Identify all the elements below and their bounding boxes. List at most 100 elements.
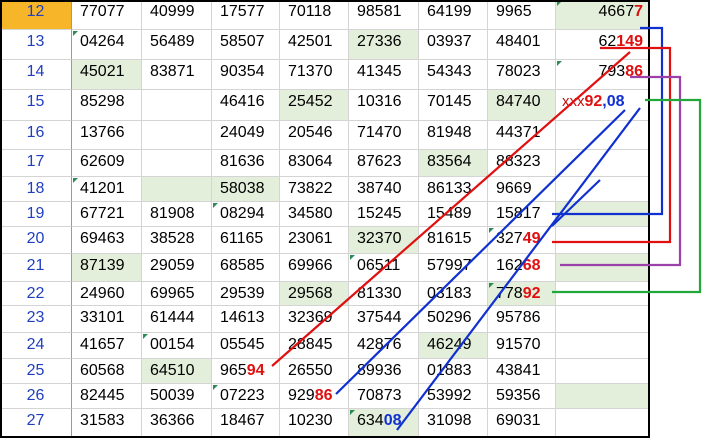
cell-r26-c8[interactable] xyxy=(556,384,650,409)
cell-r27-c5[interactable]: 63408 xyxy=(349,409,419,438)
cell-r18-c1[interactable]: 41201 xyxy=(72,177,142,202)
row-header-17[interactable]: 17 xyxy=(0,150,72,177)
cell-r16-c3[interactable]: 24049 xyxy=(212,121,280,150)
cell-r12-c5[interactable]: 98581 xyxy=(349,0,419,30)
cell-r26-c2[interactable]: 50039 xyxy=(142,384,212,409)
cell-r24-c1[interactable]: 41657 xyxy=(72,333,142,359)
cell-r16-c8[interactable] xyxy=(556,121,650,150)
row-header-22[interactable]: 22 xyxy=(0,282,72,306)
cell-r22-c5[interactable]: 81330 xyxy=(349,282,419,306)
cell-r21-c1[interactable]: 87139 xyxy=(72,254,142,282)
cell-r15-c8[interactable]: xxx92,08 xyxy=(556,90,650,121)
cell-r25-c2[interactable]: 64510 xyxy=(142,359,212,384)
row-header-26[interactable]: 26 xyxy=(0,384,72,409)
row-header-24[interactable]: 24 xyxy=(0,333,72,359)
cell-r14-c5[interactable]: 41345 xyxy=(349,60,419,90)
cell-r13-c6[interactable]: 03937 xyxy=(419,30,488,60)
cell-r20-c2[interactable]: 38528 xyxy=(142,227,212,254)
cell-r27-c6[interactable]: 31098 xyxy=(419,409,488,438)
cell-r12-c8[interactable]: 46677 xyxy=(556,0,650,30)
cell-r18-c5[interactable]: 38740 xyxy=(349,177,419,202)
cell-r26-c4[interactable]: 92986 xyxy=(280,384,349,409)
cell-r25-c1[interactable]: 60568 xyxy=(72,359,142,384)
cell-r12-c6[interactable]: 64199 xyxy=(419,0,488,30)
cell-r14-c2[interactable]: 83871 xyxy=(142,60,212,90)
cell-r27-c7[interactable]: 69031 xyxy=(488,409,556,438)
cell-r20-c5[interactable]: 32370 xyxy=(349,227,419,254)
cell-r26-c6[interactable]: 53992 xyxy=(419,384,488,409)
cell-r24-c5[interactable]: 42876 xyxy=(349,333,419,359)
spreadsheet[interactable]: 12 77077 40999 17577 70118 98581 64199 9965 4667… xyxy=(0,0,710,441)
cell-r24-c2[interactable]: 00154 xyxy=(142,333,212,359)
row-header-21[interactable]: 21 xyxy=(0,254,72,282)
cell-r19-c6[interactable]: 15489 xyxy=(419,202,488,227)
cell-r23-c4[interactable]: 32369 xyxy=(280,306,349,333)
cell-r20-c6[interactable]: 81615 xyxy=(419,227,488,254)
row-header-19[interactable]: 19 xyxy=(0,202,72,227)
cell-r26-c7[interactable]: 59356 xyxy=(488,384,556,409)
cell-r15-c2[interactable] xyxy=(142,90,212,121)
cell-r25-c4[interactable]: 26550 xyxy=(280,359,349,384)
cell-r13-c1[interactable]: 04264 xyxy=(72,30,142,60)
cell-r21-c7[interactable]: 16268 xyxy=(488,254,556,282)
cell-r17-c2[interactable] xyxy=(142,150,212,177)
row-header-14[interactable]: 14 xyxy=(0,60,72,90)
cell-r27-c1[interactable]: 31583 xyxy=(72,409,142,438)
cell-r18-c2[interactable] xyxy=(142,177,212,202)
cell-r19-c5[interactable]: 15245 xyxy=(349,202,419,227)
cell-r15-c4[interactable]: 25452 xyxy=(280,90,349,121)
cell-r18-c3[interactable]: 58038 xyxy=(212,177,280,202)
cell-r14-c8[interactable]: 79386 xyxy=(556,60,650,90)
cell-r16-c7[interactable]: 44371 xyxy=(488,121,556,150)
cell-r14-c4[interactable]: 71370 xyxy=(280,60,349,90)
cell-r27-c8[interactable] xyxy=(556,409,650,438)
cell-r13-c7[interactable]: 48401 xyxy=(488,30,556,60)
cell-r14-c1[interactable]: 45021 xyxy=(72,60,142,90)
row-header-15[interactable]: 15 xyxy=(0,90,72,121)
cell-r17-c6[interactable]: 83564 xyxy=(419,150,488,177)
cell-r23-c5[interactable]: 37544 xyxy=(349,306,419,333)
cell-r19-c1[interactable]: 67721 xyxy=(72,202,142,227)
row-header-18[interactable]: 18 xyxy=(0,177,72,202)
cell-r14-c6[interactable]: 54343 xyxy=(419,60,488,90)
cell-r21-c2[interactable]: 29059 xyxy=(142,254,212,282)
cell-r25-c5[interactable]: 89936 xyxy=(349,359,419,384)
cell-r27-c4[interactable]: 10230 xyxy=(280,409,349,438)
cell-r20-c7[interactable]: 32749 xyxy=(488,227,556,254)
cell-r19-c3[interactable]: 08294 xyxy=(212,202,280,227)
cell-r12-c3[interactable]: 17577 xyxy=(212,0,280,30)
cell-r14-c7[interactable]: 78023 xyxy=(488,60,556,90)
cell-r18-c8[interactable] xyxy=(556,177,650,202)
cell-r16-c5[interactable]: 71470 xyxy=(349,121,419,150)
cell-r16-c4[interactable]: 20546 xyxy=(280,121,349,150)
row-header-12[interactable]: 12 xyxy=(0,0,72,30)
cell-r12-c4[interactable]: 70118 xyxy=(280,0,349,30)
cell-r17-c8[interactable] xyxy=(556,150,650,177)
cell-r23-c1[interactable]: 33101 xyxy=(72,306,142,333)
cell-r18-c4[interactable]: 73822 xyxy=(280,177,349,202)
cell-r24-c7[interactable]: 91570 xyxy=(488,333,556,359)
cell-r23-c8[interactable] xyxy=(556,306,650,333)
cell-r18-c6[interactable]: 86133 xyxy=(419,177,488,202)
cell-r25-c3[interactable]: 96594 xyxy=(212,359,280,384)
cell-r23-c2[interactable]: 61444 xyxy=(142,306,212,333)
cell-r12-c7[interactable]: 9965 xyxy=(488,0,556,30)
cell-r19-c4[interactable]: 34580 xyxy=(280,202,349,227)
cell-r22-c7[interactable]: 77892 xyxy=(488,282,556,306)
cell-r23-c7[interactable]: 95786 xyxy=(488,306,556,333)
cell-r13-c3[interactable]: 58507 xyxy=(212,30,280,60)
cell-r24-c6[interactable]: 46249 xyxy=(419,333,488,359)
cell-r16-c2[interactable] xyxy=(142,121,212,150)
cell-r25-c7[interactable]: 43841 xyxy=(488,359,556,384)
cell-r21-c5[interactable]: 06511 xyxy=(349,254,419,282)
cell-r21-c3[interactable]: 68585 xyxy=(212,254,280,282)
cell-r15-c7[interactable]: 84740 xyxy=(488,90,556,121)
cell-r15-c3[interactable]: 46416 xyxy=(212,90,280,121)
cell-r17-c1[interactable]: 62609 xyxy=(72,150,142,177)
cell-r22-c8[interactable] xyxy=(556,282,650,306)
cell-r21-c8[interactable] xyxy=(556,254,650,282)
cell-r20-c4[interactable]: 23061 xyxy=(280,227,349,254)
cell-r13-c8[interactable]: 62149 xyxy=(556,30,650,60)
cell-r26-c5[interactable]: 70873 xyxy=(349,384,419,409)
row-header-16[interactable]: 16 xyxy=(0,121,72,150)
